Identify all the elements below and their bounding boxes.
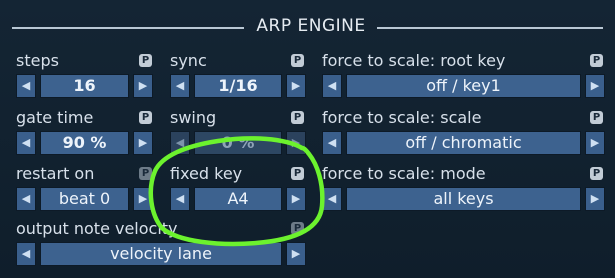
decrement-arrow-icon[interactable]: ◀ <box>170 187 190 211</box>
param-label: sync <box>170 51 207 70</box>
increment-arrow-icon[interactable]: ▶ <box>286 187 306 211</box>
param-label: fixed key <box>170 164 243 183</box>
restart-on-stepper[interactable]: ◀ beat 0 ▶ <box>16 187 153 211</box>
increment-arrow-icon[interactable]: ▶ <box>133 187 153 211</box>
sync-stepper[interactable]: ◀ 1/16 ▶ <box>170 74 306 98</box>
increment-arrow-icon[interactable]: ▶ <box>585 187 605 211</box>
header-divider-left <box>12 27 244 29</box>
param-label: restart on <box>16 164 95 183</box>
parameter-badge-icon[interactable]: P <box>590 54 603 67</box>
parameter-badge-icon[interactable]: P <box>291 54 304 67</box>
parameter-badge-icon[interactable]: P <box>291 222 304 235</box>
increment-arrow-icon[interactable]: ▶ <box>133 74 153 98</box>
param-steps: steps P ◀ 16 ▶ <box>16 50 153 100</box>
decrement-arrow-icon[interactable]: ◀ <box>170 74 190 98</box>
scale-stepper[interactable]: ◀ off / chromatic ▶ <box>322 131 605 155</box>
fixed-key-stepper[interactable]: ◀ A4 ▶ <box>170 187 306 211</box>
increment-arrow-icon[interactable]: ▶ <box>286 74 306 98</box>
fixed-key-value[interactable]: A4 <box>194 187 282 211</box>
param-sync: sync P ◀ 1/16 ▶ <box>170 50 306 100</box>
param-output-velocity: output note velocity P ◀ velocity lane ▶ <box>16 218 306 268</box>
output-velocity-value[interactable]: velocity lane <box>40 242 282 266</box>
gate-time-value[interactable]: 90 % <box>40 131 129 155</box>
param-fixed-key: fixed key P ◀ A4 ▶ <box>170 163 306 213</box>
increment-arrow-icon[interactable]: ▶ <box>585 131 605 155</box>
param-label: force to scale: scale <box>322 108 482 127</box>
increment-arrow-icon[interactable]: ▶ <box>286 242 306 266</box>
param-restart-on: restart on P ◀ beat 0 ▶ <box>16 163 153 213</box>
gate-time-stepper[interactable]: ◀ 90 % ▶ <box>16 131 153 155</box>
decrement-arrow-icon[interactable]: ◀ <box>322 131 342 155</box>
steps-value[interactable]: 16 <box>40 74 129 98</box>
arp-engine-panel: ARP ENGINE steps P ◀ 16 ▶ sync P ◀ 1/16 … <box>0 0 615 278</box>
increment-arrow-icon[interactable]: ▶ <box>585 74 605 98</box>
decrement-arrow-icon[interactable]: ◀ <box>16 242 36 266</box>
steps-stepper[interactable]: ◀ 16 ▶ <box>16 74 153 98</box>
parameter-badge-icon[interactable]: P <box>590 111 603 124</box>
parameter-badge-icon[interactable]: P <box>590 167 603 180</box>
param-label: steps <box>16 51 59 70</box>
decrement-arrow-icon[interactable]: ◀ <box>170 131 190 155</box>
swing-stepper[interactable]: ◀ 0 % ▶ <box>170 131 306 155</box>
section-header: ARP ENGINE <box>0 14 615 42</box>
output-velocity-stepper[interactable]: ◀ velocity lane ▶ <box>16 242 306 266</box>
parameter-badge-icon[interactable]: P <box>139 54 152 67</box>
param-label: force to scale: mode <box>322 164 486 183</box>
increment-arrow-icon[interactable]: ▶ <box>133 131 153 155</box>
parameter-badge-icon[interactable]: P <box>139 167 152 180</box>
swing-value[interactable]: 0 % <box>194 131 282 155</box>
decrement-arrow-icon[interactable]: ◀ <box>16 187 36 211</box>
mode-value[interactable]: all keys <box>346 187 581 211</box>
decrement-arrow-icon[interactable]: ◀ <box>322 74 342 98</box>
sync-value[interactable]: 1/16 <box>194 74 282 98</box>
root-key-stepper[interactable]: ◀ off / key1 ▶ <box>322 74 605 98</box>
param-mode: force to scale: mode P ◀ all keys ▶ <box>322 163 605 213</box>
decrement-arrow-icon[interactable]: ◀ <box>16 131 36 155</box>
param-gate-time: gate time P ◀ 90 % ▶ <box>16 107 153 157</box>
param-swing: swing P ◀ 0 % ▶ <box>170 107 306 157</box>
parameter-badge-icon[interactable]: P <box>139 111 152 124</box>
restart-on-value[interactable]: beat 0 <box>40 187 129 211</box>
param-label: output note velocity <box>16 219 178 238</box>
param-label: gate time <box>16 108 94 127</box>
decrement-arrow-icon[interactable]: ◀ <box>322 187 342 211</box>
decrement-arrow-icon[interactable]: ◀ <box>16 74 36 98</box>
param-scale: force to scale: scale P ◀ off / chromati… <box>322 107 605 157</box>
header-divider-right <box>377 27 603 29</box>
section-title: ARP ENGINE <box>256 16 366 36</box>
param-label: swing <box>170 108 217 127</box>
parameter-badge-icon[interactable]: P <box>291 167 304 180</box>
root-key-value[interactable]: off / key1 <box>346 74 581 98</box>
param-label: force to scale: root key <box>322 51 506 70</box>
increment-arrow-icon[interactable]: ▶ <box>286 131 306 155</box>
parameter-badge-icon[interactable]: P <box>291 111 304 124</box>
scale-value[interactable]: off / chromatic <box>346 131 581 155</box>
param-root-key: force to scale: root key P ◀ off / key1 … <box>322 50 605 100</box>
mode-stepper[interactable]: ◀ all keys ▶ <box>322 187 605 211</box>
